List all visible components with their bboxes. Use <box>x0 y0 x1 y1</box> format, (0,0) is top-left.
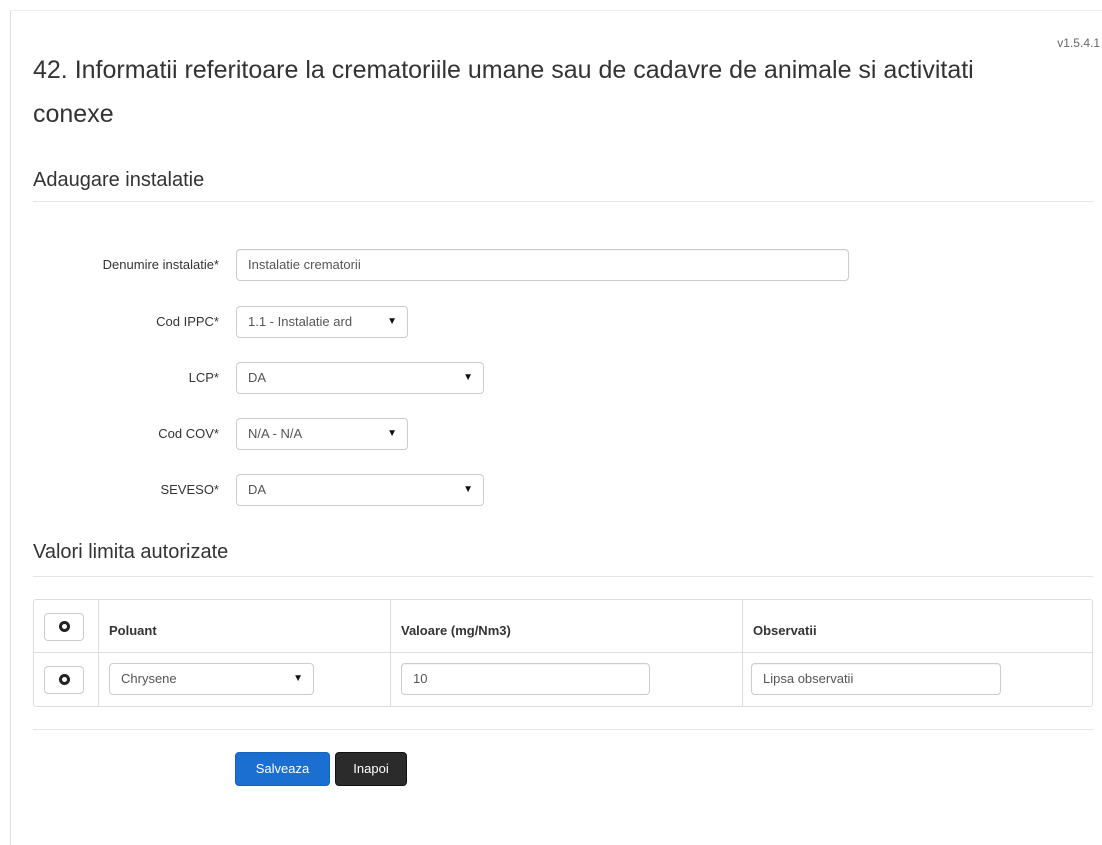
column-header-poluant: Poluant <box>109 623 157 638</box>
divider <box>33 576 1093 577</box>
observatii-input[interactable]: Lipsa observatii <box>751 663 1001 695</box>
back-button[interactable]: Inapoi <box>335 752 407 786</box>
denumire-instalatie-input[interactable]: Instalatie crematorii <box>236 249 849 281</box>
column-header-observatii: Observatii <box>753 623 817 638</box>
valoare-input[interactable]: 10 <box>401 663 650 695</box>
label-seveso: SEVESO* <box>160 482 219 497</box>
top-strip <box>0 0 1102 10</box>
add-row-button[interactable] <box>44 613 84 641</box>
save-button[interactable]: Salveaza <box>235 752 330 786</box>
seveso-select[interactable]: DA ▼ <box>236 474 484 506</box>
limit-values-table: Poluant Valoare (mg/Nm3) Observatii Chry… <box>33 599 1093 707</box>
label-cod-cov: Cod COV* <box>158 426 219 441</box>
cell-observatii: Lipsa observatii <box>742 653 1093 706</box>
section-title-limit-values: Valori limita autorizate <box>33 541 229 563</box>
caret-down-icon: ▼ <box>463 372 473 383</box>
remove-row-button[interactable] <box>44 666 84 694</box>
page-title: 42. Informatii referitoare la crematorii… <box>33 56 974 128</box>
lcp-value: DA <box>248 370 267 385</box>
table-row: Chrysene ▼ 10 Lipsa observatii <box>34 653 1092 706</box>
divider <box>33 201 1093 202</box>
header-cell-poluant: Poluant <box>98 600 390 652</box>
label-cod-ippc-wrap: Cod IPPC* <box>33 306 219 338</box>
label-seveso-wrap: SEVESO* <box>33 474 219 506</box>
poluant-select[interactable]: Chrysene ▼ <box>109 663 314 695</box>
divider <box>33 729 1093 730</box>
caret-down-icon: ▼ <box>387 316 397 327</box>
version-label: v1.5.4.1 <box>1057 36 1100 50</box>
header-cell-valoare: Valoare (mg/Nm3) <box>390 600 742 652</box>
cell-poluant: Chrysene ▼ <box>98 653 390 706</box>
caret-down-icon: ▼ <box>387 428 397 439</box>
cod-ippc-select[interactable]: 1.1 - Instalatie ard ▼ <box>236 306 408 338</box>
label-cod-ippc: Cod IPPC* <box>156 314 219 329</box>
seveso-value: DA <box>248 482 267 497</box>
label-denumire-wrap: Denumire instalatie* <box>33 249 219 281</box>
label-cod-cov-wrap: Cod COV* <box>33 418 219 450</box>
cod-cov-value: N/A - N/A <box>248 426 303 441</box>
lcp-select[interactable]: DA ▼ <box>236 362 484 394</box>
cod-cov-select[interactable]: N/A - N/A ▼ <box>236 418 408 450</box>
cell-valoare: 10 <box>390 653 742 706</box>
label-lcp: LCP* <box>188 370 219 385</box>
poluant-value: Chrysene <box>121 671 177 686</box>
table-header-row: Poluant Valoare (mg/Nm3) Observatii <box>34 600 1092 653</box>
section-title-add-installation: Adaugare instalatie <box>33 169 205 191</box>
header-cell-observatii: Observatii <box>742 600 1093 652</box>
label-lcp-wrap: LCP* <box>33 362 219 394</box>
cod-ippc-value: 1.1 - Instalatie ard <box>248 314 353 329</box>
label-denumire: Denumire instalatie* <box>102 257 219 272</box>
plus-circle-icon <box>59 621 70 632</box>
minus-circle-icon <box>59 674 70 685</box>
column-header-valoare: Valoare (mg/Nm3) <box>401 623 511 638</box>
caret-down-icon: ▼ <box>293 673 303 684</box>
caret-down-icon: ▼ <box>463 484 473 495</box>
